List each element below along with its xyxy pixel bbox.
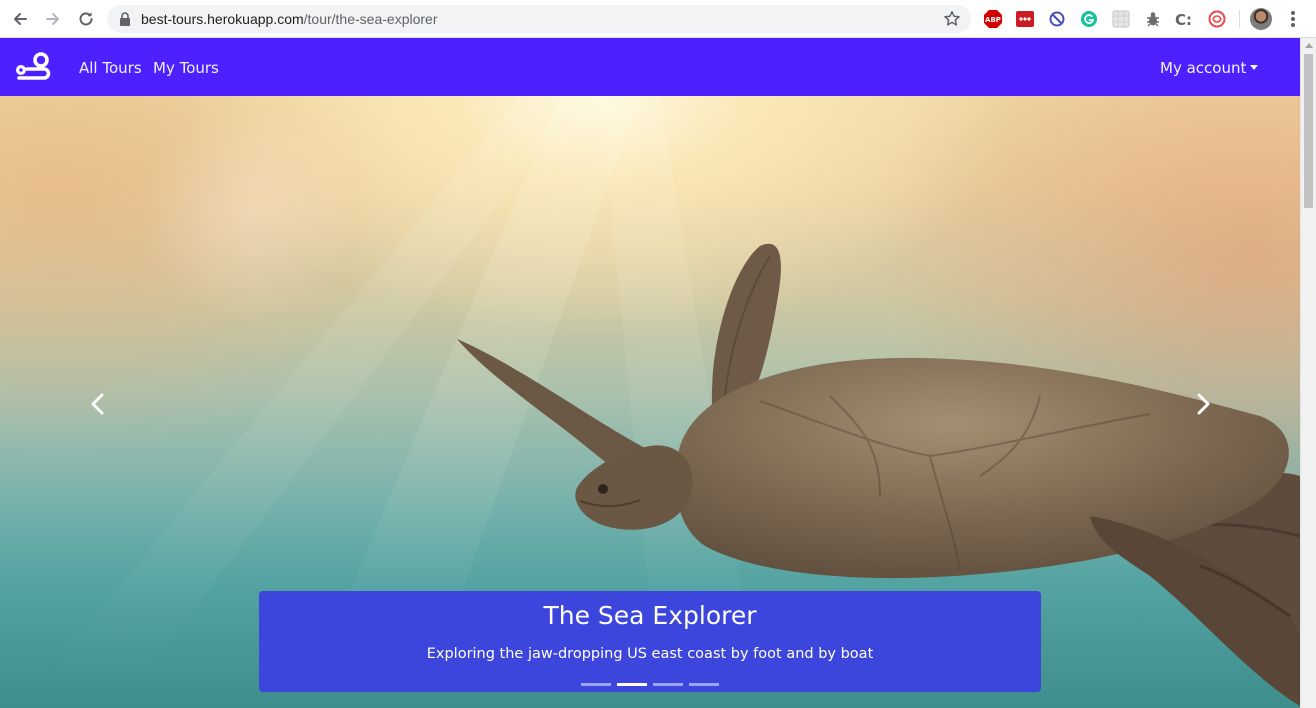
bug-icon [1147,12,1159,27]
reload-icon [79,12,93,26]
hola-extension[interactable] [1207,9,1227,29]
address-bar[interactable]: best-tours.herokuapp.com/tour/the-sea-ex… [107,5,971,33]
chevron-left-icon [91,393,104,415]
cookie-extension[interactable]: C: [1175,9,1195,29]
profile-avatar[interactable] [1250,8,1272,30]
carousel-caption: The Sea Explorer Exploring the jaw-dropp… [259,591,1041,692]
forward-button[interactable] [42,8,64,30]
grid-extension[interactable] [1111,9,1131,29]
chevron-right-icon [1197,393,1210,415]
carousel-next-button[interactable] [1193,392,1213,416]
carousel-indicator-3[interactable] [653,683,683,686]
tour-carousel: The Sea Explorer Exploring the jaw-dropp… [0,96,1300,708]
carousel-indicator-2[interactable] [617,683,647,686]
arrow-left-icon [14,13,27,25]
abp-icon: ABP [984,10,1002,28]
scroll-thumb[interactable] [1304,54,1313,208]
cookie-label: C: [1175,11,1192,28]
cookie-icon: C: [1175,11,1192,28]
back-button[interactable] [9,8,31,30]
brand-logo[interactable] [14,51,56,87]
adblock-plus-extension[interactable]: ABP [983,9,1003,29]
site-navbar: All Tours My Tours My account [0,38,1300,96]
caret-down-icon [1250,65,1259,70]
page-scrollbar[interactable] [1300,38,1316,708]
carousel-prev-button[interactable] [88,392,108,416]
carousel-indicator-1[interactable] [581,683,611,686]
tour-title: The Sea Explorer [543,601,757,630]
route-logo-icon [16,52,51,80]
bug-extension[interactable] [1143,9,1163,29]
grammarly-extension[interactable] [1079,9,1099,29]
browser-menu-button[interactable] [1286,9,1300,29]
tour-subtitle: Exploring the jaw-dropping US east coast… [426,646,874,662]
lock-icon [120,12,130,26]
block-icon [1049,11,1065,27]
toolbar-separator [1239,10,1240,28]
lastpass-icon [1016,11,1034,27]
nav-link-my-tours[interactable]: My Tours [153,59,219,77]
block-extension[interactable] [1047,9,1067,29]
hola-icon [1208,10,1226,28]
browser-toolbar: best-tours.herokuapp.com/tour/the-sea-ex… [0,0,1316,38]
url-text[interactable]: best-tours.herokuapp.com/tour/the-sea-ex… [141,10,437,28]
arrow-right-icon [46,13,59,25]
carousel-indicator-4[interactable] [689,683,719,686]
nav-link-all-tours[interactable]: All Tours [79,59,142,77]
extension-grid-icon [1112,10,1130,28]
url-host: best-tours.herokuapp.com [141,11,304,27]
url-path: /tour/the-sea-explorer [303,11,438,27]
bookmark-star-icon[interactable] [943,10,961,28]
abp-label: ABP [985,16,1001,24]
lastpass-extension[interactable] [1015,9,1035,29]
reload-button[interactable] [75,8,97,30]
my-account-label: My account [1160,59,1247,77]
scroll-up-arrow-icon[interactable] [1305,43,1313,48]
my-account-dropdown[interactable]: My account [1160,59,1259,77]
carousel-indicators [581,683,719,687]
grammarly-icon [1081,11,1097,27]
